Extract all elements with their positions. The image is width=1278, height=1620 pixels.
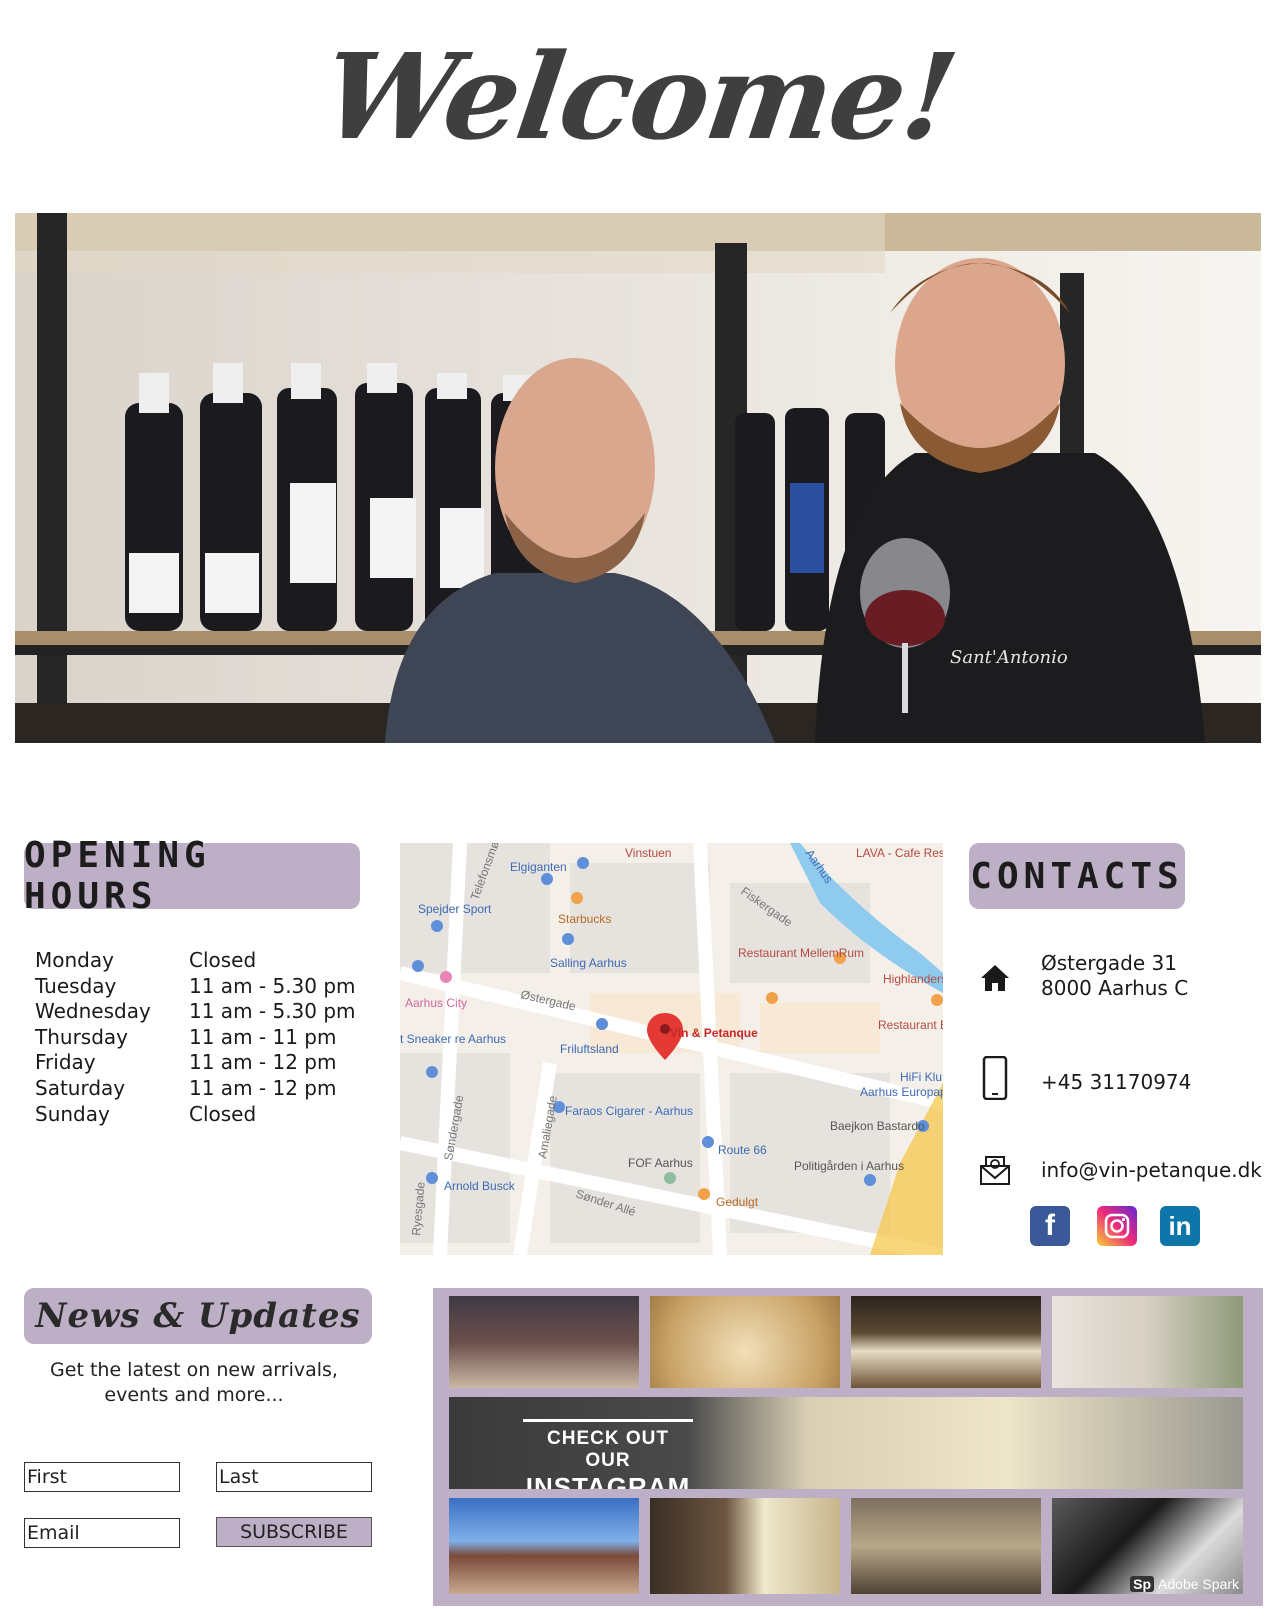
map-pin-label: Vin & Petanque <box>670 1026 758 1040</box>
banner-line2: INSTAGRAM <box>525 1472 691 1489</box>
map-place: Highlanders <box>883 972 943 986</box>
map-place: Spejder Sport <box>418 902 492 916</box>
gallery-photo[interactable] <box>851 1296 1041 1388</box>
gallery-photo[interactable] <box>650 1296 840 1388</box>
map-place: Elgiganten <box>510 860 567 874</box>
hours-row: Thursday 11 am - 11 pm <box>35 1025 365 1051</box>
news-subtitle: Get the latest on new arrivals, events a… <box>24 1358 364 1408</box>
map-place: t Sneaker re Aarhus <box>400 1032 506 1046</box>
map-place: Arnold Busck <box>444 1179 516 1193</box>
hours-day: Wednesday <box>35 999 151 1024</box>
map-place: Aarhus City <box>405 996 467 1010</box>
map-place: LAVA - Cafe Restaurant, I <box>856 846 943 860</box>
subscribe-button[interactable]: SUBSCRIBE <box>216 1517 372 1547</box>
linkedin-icon[interactable]: in <box>1160 1206 1200 1246</box>
hero-photo: Sant'Antonio <box>15 213 1261 743</box>
news-subtitle-line2: events and more... <box>104 1384 284 1406</box>
map-place: Salling Aarhus <box>550 956 627 970</box>
map-place: Baejkon Bastardo <box>830 1119 925 1133</box>
hours-day: Saturday <box>35 1075 126 1100</box>
gallery-photo[interactable] <box>650 1498 840 1594</box>
gallery-photo[interactable]: Sp Adobe Spark <box>1052 1498 1243 1594</box>
last-name-placeholder: Last <box>219 1466 259 1488</box>
email-icon <box>975 1150 1015 1190</box>
address-line1: Østergade 31 <box>1041 951 1177 975</box>
instagram-icon[interactable] <box>1097 1206 1137 1246</box>
hours-day: Sunday <box>35 1101 110 1126</box>
map-place: Restaurant E <box>878 1018 943 1032</box>
map-place: FOF Aarhus <box>628 1156 693 1170</box>
hours-row: Tuesday 11 am - 5.30 pm <box>35 974 365 1000</box>
adobe-spark-label: Adobe Spark <box>1158 1576 1239 1592</box>
email-row <box>975 1150 1015 1190</box>
hours-day: Monday <box>35 948 114 972</box>
first-name-placeholder: First <box>27 1466 67 1488</box>
first-name-field[interactable]: First <box>24 1462 180 1492</box>
hours-day: Friday <box>35 1050 96 1075</box>
contacts-title: CONTACTS <box>969 843 1185 909</box>
banner-line1: CHECK OUT OUR <box>547 1428 669 1471</box>
adobe-spark-badge: Sp Adobe Spark <box>1130 1576 1239 1592</box>
adobe-spark-icon: Sp <box>1130 1576 1155 1592</box>
news-subtitle-line1: Get the latest on new arrivals, <box>50 1359 338 1381</box>
hours-day: Tuesday <box>35 973 117 998</box>
gallery-photo[interactable] <box>449 1296 639 1388</box>
hours-time: 11 am - 12 pm <box>189 1075 337 1100</box>
email-field[interactable]: Email <box>24 1518 180 1548</box>
map-place: Route 66 <box>718 1143 767 1157</box>
map-place: Vinstuen <box>625 846 671 860</box>
phone-row <box>975 1056 1015 1100</box>
welcome-title: Welcome! <box>314 27 964 166</box>
gallery-photo[interactable] <box>1052 1296 1243 1388</box>
phone-number[interactable]: +45 31170974 <box>1041 1070 1191 1095</box>
map-place: Starbucks <box>558 912 611 926</box>
gallery-photo[interactable] <box>449 1498 639 1594</box>
hours-time: 11 am - 11 pm <box>189 1024 337 1049</box>
hours-row: Sunday Closed <box>35 1102 365 1128</box>
hours-row: Saturday 11 am - 12 pm <box>35 1076 365 1102</box>
opening-hours-title: OPENING HOURS <box>24 835 360 917</box>
address-row <box>975 958 1015 998</box>
hours-row: Friday 11 am - 12 pm <box>35 1050 365 1076</box>
hours-row: Wednesday 11 am - 5.30 pm <box>35 999 365 1025</box>
opening-hours-list: Monday Closed Tuesday 11 am - 5.30 pm Wedn… <box>35 948 365 1127</box>
hours-time: 11 am - 5.30 pm <box>189 999 356 1024</box>
map-place: Restaurant MellemRum <box>738 946 864 960</box>
last-name-field[interactable]: Last <box>216 1462 372 1492</box>
map-place: Politigården i Aarhus <box>794 1159 904 1173</box>
hours-time: 11 am - 5.30 pm <box>189 973 356 998</box>
location-map[interactable]: Vin & Petanque Elgiganten Vinstuen Starb… <box>400 843 943 1255</box>
hours-row: Monday Closed <box>35 948 365 974</box>
instagram-banner[interactable]: CHECK OUT OUR INSTAGRAM <box>449 1397 1243 1489</box>
phone-icon <box>975 1056 1015 1100</box>
map-place: Friluftsland <box>560 1042 619 1056</box>
news-title: News & Updates <box>24 1288 372 1344</box>
facebook-icon[interactable]: f <box>1030 1206 1070 1246</box>
address-line2: 8000 Aarhus C <box>1041 976 1189 1000</box>
map-place: Aarhus Europap <box>860 1085 943 1099</box>
svg-text:Sant'Antonio: Sant'Antonio <box>950 647 1068 668</box>
home-icon <box>975 958 1015 998</box>
map-place: Faraos Cigarer - Aarhus <box>565 1104 693 1118</box>
instagram-gallery[interactable]: CHECK OUT OUR INSTAGRAM Sp Adobe Spark <box>433 1288 1263 1606</box>
hours-time: Closed <box>189 948 257 972</box>
hours-day: Thursday <box>35 1024 128 1049</box>
gallery-photo[interactable] <box>851 1498 1041 1594</box>
map-place: HiFi Klu <box>900 1070 942 1084</box>
map-place: Gedulgt <box>716 1195 759 1209</box>
email-placeholder: Email <box>27 1522 80 1544</box>
instagram-banner-text: CHECK OUT OUR INSTAGRAM <box>523 1419 693 1489</box>
hours-time: 11 am - 12 pm <box>189 1050 337 1075</box>
email-address[interactable]: info@vin-petanque.dk <box>1041 1158 1262 1183</box>
hours-time: Closed <box>189 1101 257 1126</box>
